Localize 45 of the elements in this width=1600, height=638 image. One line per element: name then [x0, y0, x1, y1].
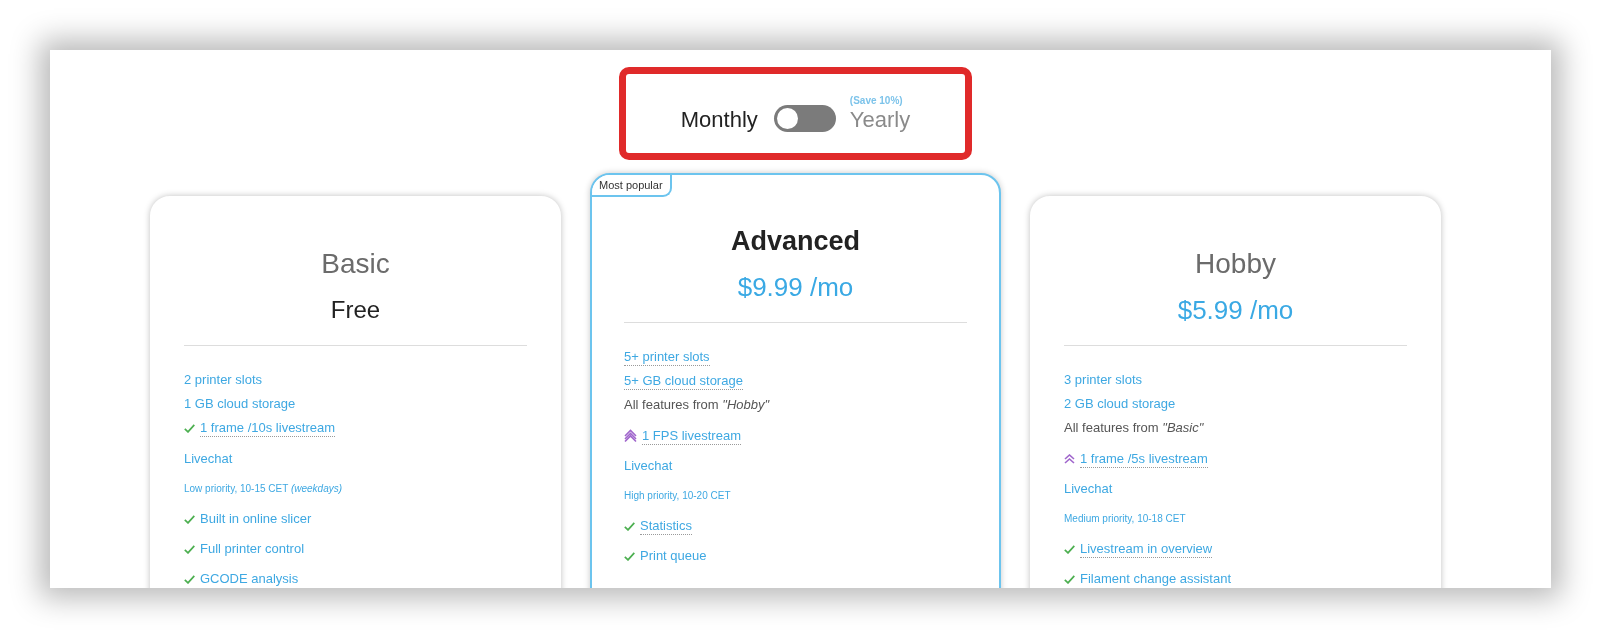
feature-text: Built in online slicer: [200, 510, 312, 528]
feature-text: Filament change assistant: [1080, 570, 1232, 588]
limit-text: 2 GB cloud storage: [1064, 395, 1176, 413]
limit-text: 3 printer slots: [1064, 371, 1143, 389]
check-icon: [184, 544, 195, 554]
check-icon: [184, 423, 195, 433]
plan-price: $5.99 /mo: [1177, 295, 1294, 325]
check-icon: [184, 574, 195, 584]
check-icon: [1064, 544, 1075, 554]
feature-text: Livechat: [184, 450, 233, 468]
check-icon: [1064, 574, 1075, 584]
yearly-label: Yearly: [849, 107, 911, 133]
feature-text: Print queue: [640, 547, 707, 565]
feature-text: Full printer control: [200, 540, 305, 558]
feature-text: Medium priority, 10-18 CET: [1064, 511, 1186, 526]
limit-text: 2 printer slots: [184, 371, 263, 389]
plan-name: Hobby: [1195, 248, 1276, 280]
feature-text: Livestream in overview: [1080, 540, 1213, 558]
limit-text: 5+ printer slots: [624, 348, 710, 366]
chevrons-up-icon: [1064, 454, 1075, 464]
limit-text: 1 frame /10s livestream: [200, 419, 336, 437]
plan-price: Free: [330, 295, 381, 325]
toggle-switch[interactable]: [773, 105, 836, 132]
feature-text: GCODE analysis: [200, 570, 299, 588]
check-icon: [624, 521, 635, 531]
feature-text: 1 FPS livestream: [642, 427, 741, 445]
feature-text: Statistics: [640, 517, 692, 535]
check-icon: [184, 514, 195, 524]
save-note: (Save 10%): [849, 95, 904, 107]
feature-text: Low priority, 10-15 CET (weekdays): [184, 481, 343, 496]
feature-text: Livechat: [624, 457, 673, 475]
feature-text: High priority, 10-20 CET: [624, 488, 731, 503]
popular-badge: Most popular: [592, 175, 672, 197]
chevrons-up-icon: [624, 429, 637, 443]
limit-text: All features from "Hobby": [624, 396, 770, 414]
limit-text: 1 GB cloud storage: [184, 395, 296, 413]
plan-name: Advanced: [730, 225, 860, 257]
plan-name: Basic: [321, 248, 390, 280]
monthly-label: Monthly: [680, 107, 758, 133]
check-icon: [624, 551, 635, 561]
limit-text: 5+ GB cloud storage: [624, 372, 743, 390]
feature-text: 1 frame /5s livestream: [1080, 450, 1208, 468]
limit-text: All features from "Basic": [1064, 419, 1204, 437]
plan-price: $9.99 /mo: [737, 272, 854, 302]
feature-text: Livechat: [1064, 480, 1113, 498]
